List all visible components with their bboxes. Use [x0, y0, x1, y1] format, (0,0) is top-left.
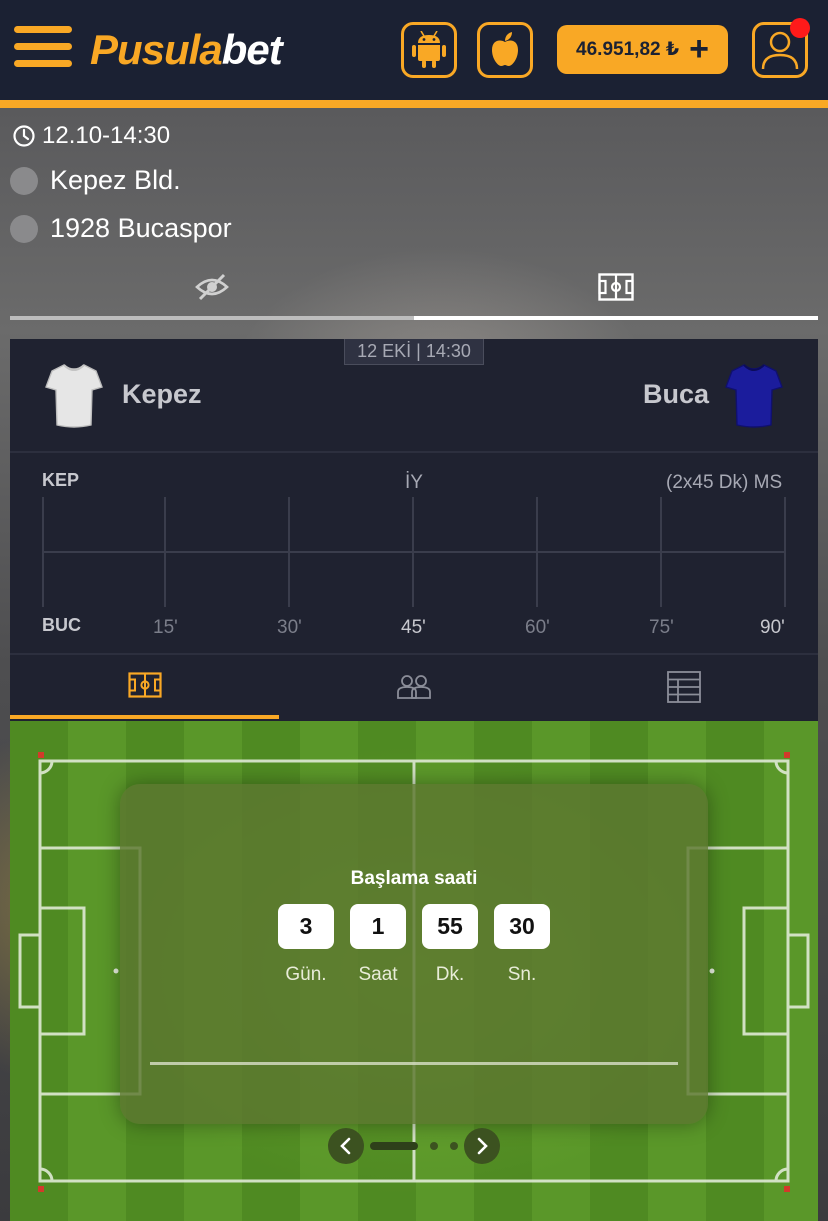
countdown-progress-line: [150, 1062, 678, 1065]
team-players-icon: [397, 675, 431, 699]
plus-icon: +: [689, 29, 709, 68]
countdown-days-label: Gün.: [285, 964, 327, 985]
menu-bar: [14, 43, 72, 50]
timeline-axis: [42, 551, 786, 553]
timeline-tick-45: 45': [401, 617, 426, 638]
half-time-label: İY: [405, 472, 423, 493]
timeline-tick-90: 90': [760, 617, 785, 638]
chevron-right-icon: [477, 1137, 488, 1155]
balance-deposit-button[interactable]: 46.951,82 ₺ +: [557, 25, 728, 74]
slider-indicator[interactable]: [430, 1142, 438, 1150]
chevron-left-icon: [340, 1137, 351, 1155]
card-divider: [10, 451, 818, 453]
live-pitch: Başlama saati 3 1 55 30 Gün. Saat Dk. Sn…: [10, 721, 818, 1221]
match-datetime: 12.10-14:30: [12, 122, 170, 150]
hamburger-menu-button[interactable]: [14, 26, 74, 72]
home-team-name: Kepez Bld.: [50, 165, 181, 195]
countdown-minutes-label: Dk.: [435, 964, 465, 985]
top-header: Pusulabet 46.951,82 ₺ +: [0, 0, 828, 100]
countdown-days: 3: [278, 904, 334, 949]
away-team-name: 1928 Bucaspor: [50, 213, 232, 243]
tab-hide-view[interactable]: [10, 258, 414, 320]
timeline-tick-60: 60': [525, 617, 550, 638]
apple-icon: [492, 32, 518, 66]
countdown-seconds: 30: [494, 904, 550, 949]
away-team-line: 1928 Bucaspor: [10, 213, 232, 244]
away-team-logo: [10, 214, 38, 243]
tab-standings[interactable]: [549, 655, 818, 719]
notification-badge: [790, 18, 810, 38]
clock-icon: [13, 125, 35, 147]
android-icon: [412, 31, 446, 68]
slider-indicator-active[interactable]: [370, 1142, 418, 1150]
brand-logo[interactable]: Pusulabet: [90, 26, 283, 74]
home-team-code: KEP: [42, 470, 80, 490]
eye-off-icon: [195, 273, 229, 301]
timeline-tick-30: 30': [277, 617, 302, 638]
view-mode-tabs: [10, 258, 818, 320]
home-team-short: Kepez: [122, 379, 202, 409]
balance-amount: 46.951,82 ₺: [576, 39, 680, 60]
slider-prev-button[interactable]: [328, 1128, 364, 1164]
countdown-minutes: 55: [422, 904, 478, 949]
match-datetime-text: 12.10-14:30: [42, 122, 171, 149]
countdown-hours: 1: [350, 904, 406, 949]
slider-indicator[interactable]: [450, 1142, 458, 1150]
timeline-tick-15: 15': [153, 617, 178, 638]
header-accent-line: [0, 100, 828, 108]
countdown-title: Başlama saati: [350, 868, 478, 889]
ios-app-button[interactable]: [477, 22, 533, 78]
pitch-icon: [127, 672, 162, 698]
tab-field-view[interactable]: [414, 258, 818, 320]
menu-bar: [14, 60, 72, 67]
home-jersey-icon: [45, 364, 103, 428]
table-icon: [666, 671, 701, 703]
slider-next-button[interactable]: [464, 1128, 500, 1164]
timeline-tick-75: 75': [649, 617, 674, 638]
away-team-code: BUC: [42, 615, 81, 635]
away-jersey-icon: [725, 364, 783, 428]
countdown-hours-label: Saat: [358, 964, 398, 985]
menu-bar: [14, 26, 72, 33]
home-team-line: Kepez Bld.: [10, 165, 181, 196]
tab-lineups[interactable]: [279, 655, 549, 719]
logo-part-1: Pusula: [90, 26, 223, 73]
pitch-icon: [598, 273, 634, 301]
full-time-label: (2x45 Dk) MS: [666, 472, 783, 493]
away-team-short: Buca: [643, 379, 710, 409]
kickoff-countdown-panel: Başlama saati 3 1 55 30 Gün. Saat Dk. Sn…: [120, 784, 708, 1124]
scoreboard-card: 12 EKİ | 14:30 Kepez Buca KEP İY (2x45 D…: [10, 339, 818, 721]
tab-pitch[interactable]: [10, 655, 279, 719]
logo-part-2: bet: [221, 26, 283, 73]
countdown-seconds-label: Sn.: [507, 964, 537, 985]
android-app-button[interactable]: [401, 22, 457, 78]
home-team-logo: [10, 166, 38, 195]
match-date-badge: 12 EKİ | 14:30: [344, 339, 484, 365]
